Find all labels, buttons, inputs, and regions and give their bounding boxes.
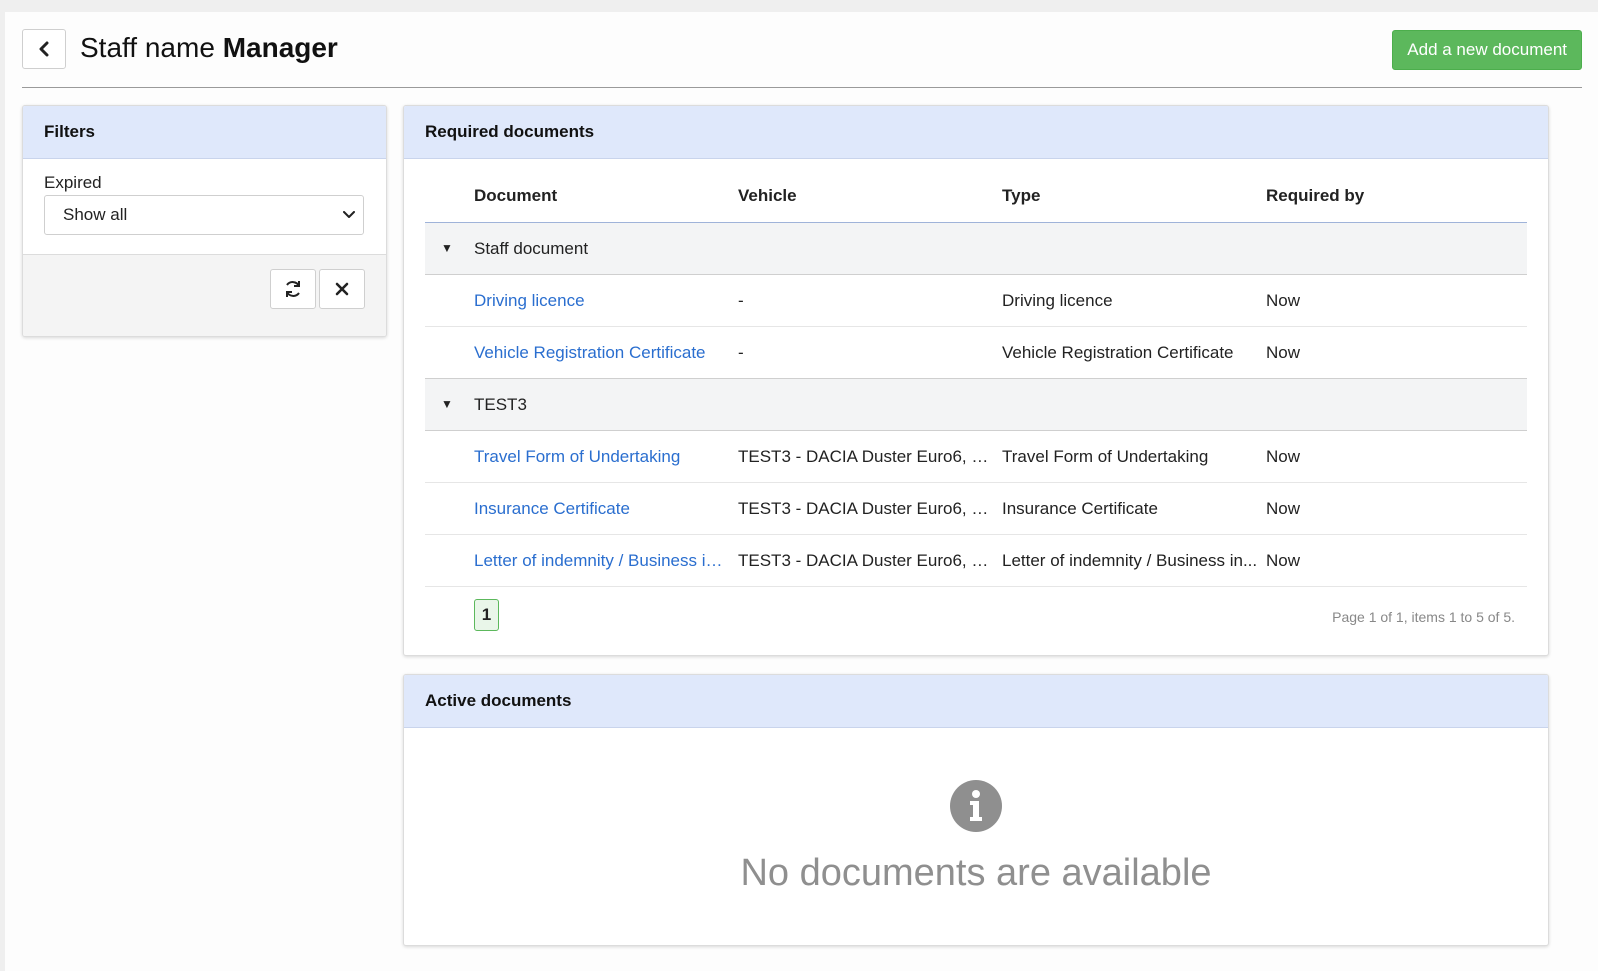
expired-label: Expired xyxy=(44,173,102,192)
empty-message: No documents are available xyxy=(740,852,1212,894)
filters-footer xyxy=(23,254,386,336)
vehicle-cell: TEST3 - DACIA Duster Euro6, 2... xyxy=(738,551,990,570)
document-link[interactable]: Letter of indemnity / Business in... xyxy=(474,535,729,586)
close-icon xyxy=(335,282,349,296)
clear-filters-button[interactable] xyxy=(319,269,365,309)
group-name: Staff document xyxy=(474,239,589,258)
filters-panel: Filters Expired Show all xyxy=(22,105,387,337)
active-documents-title: Active documents xyxy=(404,675,1548,728)
add-document-button[interactable]: Add a new document xyxy=(1392,30,1582,70)
document-link[interactable]: Insurance Certificate xyxy=(474,483,729,534)
page-header: Staff name Manager Add a new document xyxy=(22,29,1582,88)
type-cell: Travel Form of Undertaking xyxy=(1002,447,1209,466)
vehicle-cell: TEST3 - DACIA Duster Euro6, 2... xyxy=(738,447,990,466)
chevron-left-icon xyxy=(39,41,49,57)
required-documents-table: Document Vehicle Type Required by ▼ Staf… xyxy=(425,158,1527,647)
vehicle-cell: - xyxy=(738,343,744,362)
document-link[interactable]: Driving licence xyxy=(474,275,729,326)
refresh-button[interactable] xyxy=(270,269,316,309)
column-header-type[interactable]: Type xyxy=(1002,186,1040,206)
group-row-test3[interactable]: ▼ TEST3 xyxy=(425,379,1527,431)
filters-title: Filters xyxy=(23,106,386,159)
type-cell: Letter of indemnity / Business in... xyxy=(1002,551,1258,570)
page-title-prefix: Staff name xyxy=(80,32,215,63)
type-cell: Driving licence xyxy=(1002,291,1113,310)
required-by-cell: Now xyxy=(1266,291,1301,310)
required-by-cell: Now xyxy=(1266,499,1301,518)
document-link[interactable]: Vehicle Registration Certificate xyxy=(474,327,729,378)
group-row-staff-document[interactable]: ▼ Staff document xyxy=(425,223,1527,275)
table-row: Letter of indemnity / Business in... TES… xyxy=(425,535,1527,587)
type-cell: Insurance Certificate xyxy=(1002,499,1158,518)
required-by-cell: Now xyxy=(1266,551,1301,570)
document-link[interactable]: Travel Form of Undertaking xyxy=(474,431,729,482)
required-documents-title: Required documents xyxy=(404,106,1548,159)
type-cell: Vehicle Registration Certificate xyxy=(1002,343,1234,362)
table-row: Travel Form of Undertaking TEST3 - DACIA… xyxy=(425,431,1527,483)
vehicle-cell: TEST3 - DACIA Duster Euro6, 2... xyxy=(738,499,990,518)
info-circle-icon xyxy=(950,780,1002,832)
page: Staff name Manager Add a new document Fi… xyxy=(5,12,1598,971)
required-documents-panel: Required documents Document Vehicle Type… xyxy=(403,105,1549,656)
chevron-down-icon xyxy=(343,196,355,234)
active-documents-panel: Active documents No documents are availa… xyxy=(403,674,1549,946)
column-header-required-by[interactable]: Required by xyxy=(1266,186,1364,206)
table-header: Document Vehicle Type Required by xyxy=(425,158,1527,223)
empty-state: No documents are available xyxy=(404,728,1548,945)
page-title: Staff name Manager xyxy=(80,29,338,69)
expired-select[interactable]: Show all xyxy=(44,195,364,235)
table-row: Vehicle Registration Certificate - Vehic… xyxy=(425,327,1527,379)
column-header-vehicle[interactable]: Vehicle xyxy=(738,186,797,206)
column-header-document[interactable]: Document xyxy=(474,186,557,206)
required-by-cell: Now xyxy=(1266,447,1301,466)
collapse-triangle-icon[interactable]: ▼ xyxy=(441,223,453,274)
vehicle-cell: - xyxy=(738,291,744,310)
required-by-cell: Now xyxy=(1266,343,1301,362)
expired-select-value: Show all xyxy=(63,205,128,224)
refresh-icon xyxy=(286,281,300,297)
pager: 1 Page 1 of 1, items 1 to 5 of 5. xyxy=(425,587,1527,647)
pager-info: Page 1 of 1, items 1 to 5 of 5. xyxy=(1332,609,1515,625)
page-button-current[interactable]: 1 xyxy=(474,599,499,631)
table-row: Insurance Certificate TEST3 - DACIA Dust… xyxy=(425,483,1527,535)
filters-body: Expired Show all xyxy=(23,159,386,254)
back-button[interactable] xyxy=(22,29,66,69)
page-title-name: Manager xyxy=(222,32,338,63)
collapse-triangle-icon[interactable]: ▼ xyxy=(441,379,453,430)
group-name: TEST3 xyxy=(474,395,527,414)
table-row: Driving licence - Driving licence Now xyxy=(425,275,1527,327)
